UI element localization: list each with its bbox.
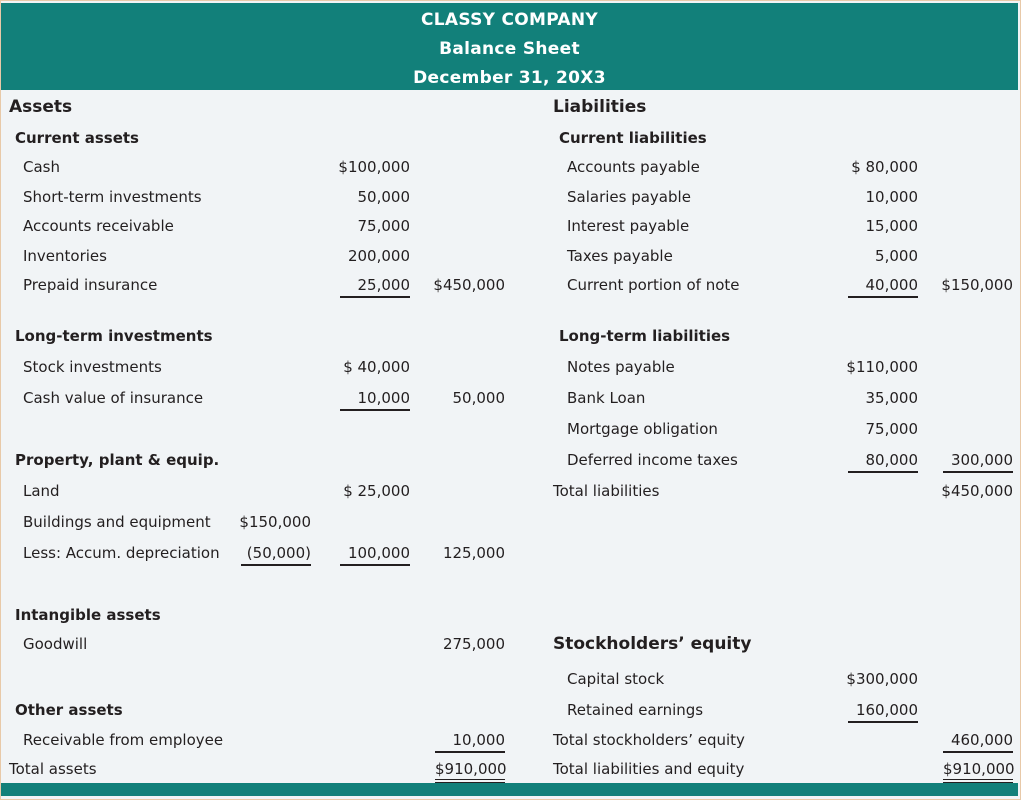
ppe-heading: Property, plant & equip. [15, 451, 220, 469]
long-term-investments-heading: Long-term investments [15, 327, 213, 345]
equity-heading: Stockholders’ equity [553, 634, 752, 654]
asset-label: Short-term investments [23, 188, 202, 206]
asset-amount: 25,000 [340, 276, 410, 298]
liability-label: Deferred income taxes [567, 451, 738, 469]
liability-amount: 15,000 [865, 217, 919, 235]
liability-amount: 40,000 [848, 276, 918, 298]
current-liabilities-heading: Current liabilities [559, 129, 707, 147]
asset-amount: $150,000 [239, 513, 311, 531]
equity-label: Retained earnings [567, 701, 704, 719]
long-term-investments-total: 50,000 [452, 389, 506, 407]
other-assets-amount: 10,000 [435, 731, 505, 753]
total-assets-amount: $910,000 [435, 760, 507, 783]
asset-amount: 50,000 [357, 188, 411, 206]
liability-amount: 5,000 [875, 247, 918, 265]
asset-label: Cash value of insurance [23, 389, 204, 407]
asset-label: Stock investments [23, 358, 162, 376]
current-assets-heading: Current assets [15, 129, 139, 147]
total-equity-amount: 460,000 [943, 731, 1013, 753]
liability-amount: 10,000 [865, 188, 919, 206]
asset-label: Prepaid insurance [23, 276, 158, 294]
total-liabilities-amount: $450,000 [941, 482, 1013, 500]
current-assets-total: $450,000 [433, 276, 505, 294]
asset-label: Less: Accum. depreciation [23, 544, 220, 562]
total-equity-label: Total stockholders’ equity [553, 731, 745, 749]
asset-amount: 200,000 [347, 247, 410, 265]
liability-label: Taxes payable [567, 247, 673, 265]
intangible-assets-heading: Intangible assets [15, 606, 161, 624]
liability-amount: 75,000 [865, 420, 919, 438]
other-assets-heading: Other assets [15, 701, 123, 719]
asset-amount: $ 40,000 [343, 358, 410, 376]
liability-amount: $ 80,000 [851, 158, 918, 176]
liability-label: Mortgage obligation [567, 420, 718, 438]
liability-amount: 80,000 [848, 451, 918, 473]
asset-label: Goodwill [23, 635, 88, 653]
assets-heading: Assets [9, 97, 73, 117]
liability-amount: $110,000 [846, 358, 918, 376]
liability-label: Accounts payable [567, 158, 700, 176]
ppe-total: 125,000 [442, 544, 505, 562]
statement-title: Balance Sheet [439, 39, 580, 59]
current-liabilities-total: $150,000 [941, 276, 1013, 294]
statement-date: December 31, 20X3 [413, 68, 606, 88]
liability-label: Current portion of note [567, 276, 740, 294]
liabilities-heading: Liabilities [553, 97, 647, 117]
liability-amount: 35,000 [865, 389, 919, 407]
asset-amount: $100,000 [338, 158, 410, 176]
equity-label: Capital stock [567, 670, 665, 688]
total-liabilities-equity-label: Total liabilities and equity [553, 760, 745, 778]
long-term-liabilities-total: 300,000 [943, 451, 1013, 473]
total-liabilities-label: Total liabilities [553, 482, 660, 500]
total-assets-label: Total assets [9, 760, 97, 778]
liability-label: Notes payable [567, 358, 675, 376]
asset-amount: 100,000 [340, 544, 410, 566]
long-term-liabilities-heading: Long-term liabilities [559, 327, 731, 345]
footer-bar [1, 783, 1018, 796]
asset-label: Buildings and equipment [23, 513, 211, 531]
liability-label: Salaries payable [567, 188, 691, 206]
asset-label: Accounts receivable [23, 217, 174, 235]
asset-label: Land [23, 482, 60, 500]
asset-amount: 75,000 [357, 217, 411, 235]
asset-amount: 10,000 [340, 389, 410, 411]
equity-amount: 160,000 [848, 701, 918, 723]
liability-label: Bank Loan [567, 389, 646, 407]
asset-amount: $ 25,000 [343, 482, 410, 500]
asset-label: Receivable from employee [23, 731, 224, 749]
asset-label: Cash [23, 158, 60, 176]
liability-label: Interest payable [567, 217, 690, 235]
asset-amount: (50,000) [241, 544, 311, 566]
total-liabilities-equity-amount: $910,000 [943, 760, 1015, 783]
company-name: CLASSY COMPANY [420, 10, 599, 30]
asset-label: Inventories [23, 247, 107, 265]
goodwill-amount: 275,000 [442, 635, 505, 653]
equity-amount: $300,000 [846, 670, 918, 688]
statement-header: CLASSY COMPANY Balance Sheet December 31… [1, 3, 1018, 90]
